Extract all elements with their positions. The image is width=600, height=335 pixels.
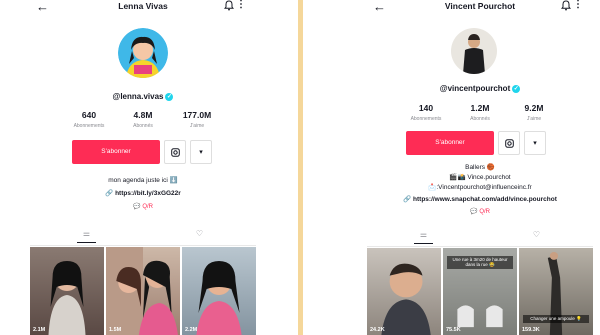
action-buttons: S'abonner ▾ — [406, 131, 546, 155]
content-tabs: ⚌ ♡ — [30, 226, 256, 246]
stat-likes: 9.2M J'aime — [524, 103, 544, 122]
qa-icon: 💬 — [133, 204, 141, 210]
bio-line-3: 📩:Vincentpourchot@influenceinc.fr — [428, 184, 532, 191]
instagram-button[interactable] — [498, 131, 520, 155]
liked-icon: ♡ — [195, 229, 204, 238]
bell-icon[interactable] — [224, 0, 234, 11]
caret-down-icon: ▾ — [199, 149, 203, 156]
top-bar: ← Lenna Vivas ⋮ — [30, 0, 256, 20]
video-thumbnail[interactable]: 2.1M — [30, 247, 104, 335]
view-count: 159.3K — [522, 327, 540, 333]
stat-followers[interactable]: 4.8M Abonnés — [116, 110, 170, 129]
instagram-icon — [504, 138, 514, 148]
avatar — [118, 28, 168, 78]
profile-handle: @vincentpourchot ✓ — [439, 84, 521, 93]
video-thumbnail[interactable]: 24.2K — [367, 248, 441, 335]
profile-handle: @lenna.vivas ✓ — [112, 92, 174, 101]
stats-row: 140 Abonnements 1.2M Abonnés 9.2M J'aime — [367, 103, 593, 122]
stat-followers[interactable]: 1.2M Abonnés — [453, 103, 507, 122]
instagram-icon — [170, 147, 180, 157]
bell-icon[interactable] — [561, 0, 571, 11]
more-options-icon[interactable]: ⋮ — [573, 0, 583, 10]
grid-icon: ⚌ — [82, 229, 91, 238]
bio-link[interactable]: 🔗 https://bit.ly/3xGG22r — [30, 189, 256, 197]
tab-videos[interactable]: ⚌ — [30, 229, 143, 243]
profile-title: Vincent Pourchot — [444, 1, 516, 11]
bio-text: mon agenda juste ici ⬇️ — [108, 177, 178, 184]
view-count: 2.1M — [33, 327, 46, 333]
screen: ← Lenna Vivas ⋮ @lenna.vivas ✓ 640 Abonnem… — [0, 0, 600, 335]
video-caption: Une rue à 3m20 de hauteur dans la rue 😂 — [447, 256, 513, 269]
caret-down-icon: ▾ — [533, 140, 537, 147]
qa-link[interactable]: 💬 Q/R — [30, 203, 256, 210]
instagram-button[interactable] — [164, 140, 186, 164]
more-options-icon[interactable]: ⋮ — [236, 0, 246, 10]
verified-badge-icon: ✓ — [165, 92, 174, 101]
panel-divider — [298, 0, 303, 335]
tab-videos[interactable]: ⚌ — [367, 230, 480, 244]
dropdown-button[interactable]: ▾ — [524, 131, 546, 155]
view-count: 2.2M — [185, 327, 198, 333]
view-count: 24.2K — [370, 327, 385, 333]
liked-icon: ♡ — [532, 230, 541, 239]
bio-link[interactable]: 🔗 https://www.snapchat.com/add/vince.pou… — [367, 195, 593, 203]
follow-button[interactable]: S'abonner — [72, 140, 160, 164]
link-icon: 🔗 — [105, 190, 114, 197]
stats-row: 640 Abonnements 4.8M Abonnés 177.0M J'aime — [30, 110, 256, 129]
stat-following[interactable]: 640 Abonnements — [62, 110, 116, 129]
stat-following[interactable]: 140 Abonnements — [399, 103, 453, 122]
qa-link[interactable]: 💬 Q/R — [367, 208, 593, 215]
grid-icon: ⚌ — [419, 230, 428, 239]
dropdown-button[interactable]: ▾ — [190, 140, 212, 164]
view-count: 75.5K — [446, 327, 461, 333]
tab-liked[interactable]: ♡ — [480, 230, 593, 239]
bio-line-2: 🎬📸 Vince.pourchot — [449, 174, 511, 181]
video-thumbnail[interactable]: Changer une ampoule 💡 159.3K — [519, 248, 593, 335]
stat-likes: 177.0M J'aime — [182, 110, 212, 129]
video-caption: Changer une ampoule 💡 — [523, 315, 589, 323]
video-thumbnail[interactable]: 1.5M — [106, 247, 180, 335]
view-count: 1.5M — [109, 327, 122, 333]
verified-badge-icon: ✓ — [512, 84, 521, 93]
action-buttons: S'abonner ▾ — [72, 140, 212, 164]
video-thumbnail[interactable]: Une rue à 3m20 de hauteur dans la rue 😂 … — [443, 248, 517, 335]
qa-icon: 💬 — [470, 209, 478, 215]
profile-title: Lenna Vivas — [118, 1, 168, 11]
profile-panel-lenna: ← Lenna Vivas ⋮ @lenna.vivas ✓ 640 Abonnem… — [30, 0, 256, 335]
video-grid: 2.1M 1.5M 2.2M — [30, 247, 256, 335]
video-thumbnail[interactable]: 2.2M — [182, 247, 256, 335]
content-tabs: ⚌ ♡ — [367, 227, 593, 247]
video-grid: 24.2K Une rue à 3m20 de hauteur dans la … — [367, 248, 593, 335]
profile-panel-vincent: ← Vincent Pourchot ⋮ @vincentpourchot ✓ 1… — [367, 0, 593, 335]
bio-line-1: Ballers 🏀 — [465, 164, 495, 171]
avatar — [451, 28, 497, 74]
top-bar: ← Vincent Pourchot ⋮ — [367, 0, 593, 20]
tab-liked[interactable]: ♡ — [143, 229, 256, 238]
link-icon: 🔗 — [403, 196, 412, 203]
follow-button[interactable]: S'abonner — [406, 131, 494, 155]
